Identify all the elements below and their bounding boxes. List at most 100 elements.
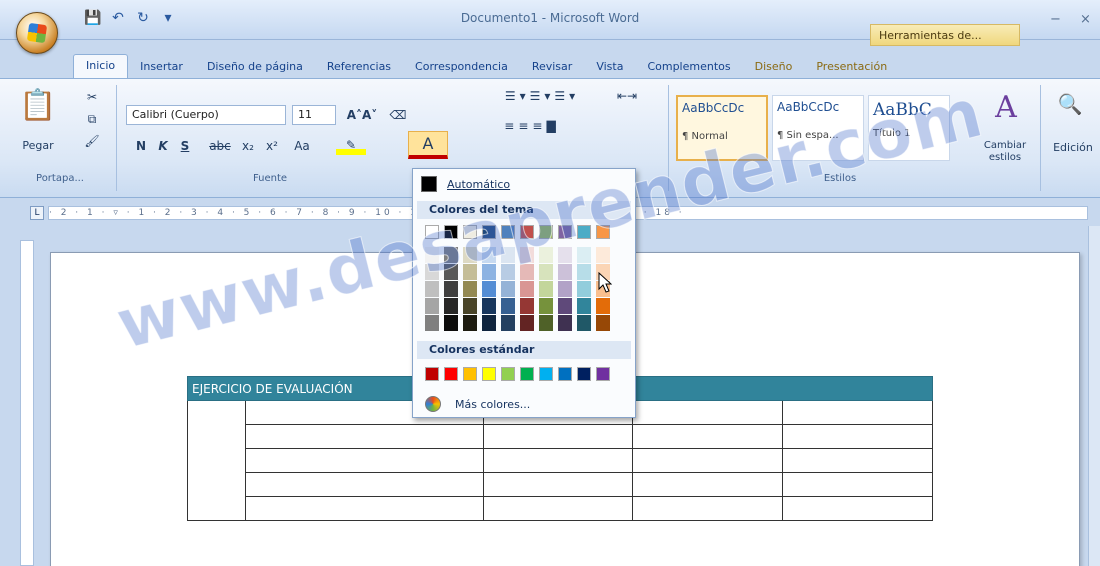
- table-cell[interactable]: [245, 448, 485, 473]
- table-cell[interactable]: [483, 472, 633, 497]
- format-painter-icon[interactable]: 🖌: [84, 133, 100, 149]
- change-case-button[interactable]: Aa: [288, 137, 316, 155]
- font-color-button[interactable]: A: [408, 131, 448, 159]
- close-button[interactable]: ×: [1080, 12, 1091, 27]
- subscript-button[interactable]: x₂: [238, 137, 258, 155]
- standard-color-swatch[interactable]: [444, 367, 458, 381]
- tab-selector[interactable]: L: [30, 206, 44, 220]
- bold-button[interactable]: N: [134, 137, 148, 155]
- font-name-combo[interactable]: Calibri (Cuerpo): [126, 105, 286, 125]
- standard-color-swatch[interactable]: [520, 367, 534, 381]
- theme-shade-swatch[interactable]: [596, 315, 610, 331]
- theme-shade-swatch[interactable]: [444, 247, 458, 263]
- theme-color-swatch[interactable]: [577, 225, 591, 239]
- table-cell[interactable]: [631, 400, 783, 425]
- theme-color-swatch[interactable]: [501, 225, 515, 239]
- underline-button[interactable]: S: [178, 137, 192, 155]
- theme-shade-swatch[interactable]: [463, 315, 477, 331]
- table-cell[interactable]: [483, 424, 633, 449]
- table-cell[interactable]: [483, 448, 633, 473]
- table-cell[interactable]: [781, 400, 934, 425]
- theme-shade-swatch[interactable]: [463, 281, 477, 297]
- theme-shade-swatch[interactable]: [482, 264, 496, 280]
- table-cell[interactable]: [245, 472, 485, 497]
- copy-icon[interactable]: ⧉: [84, 111, 100, 127]
- style-normal[interactable]: AaBbCcDc ¶ Normal: [676, 95, 768, 161]
- theme-color-swatch[interactable]: [444, 225, 458, 239]
- theme-shade-swatch[interactable]: [539, 281, 553, 297]
- theme-shade-swatch[interactable]: [482, 298, 496, 314]
- theme-shade-swatch[interactable]: [444, 281, 458, 297]
- table-cell[interactable]: [631, 472, 783, 497]
- tab-inicio[interactable]: Inicio: [73, 54, 129, 78]
- more-colors-option[interactable]: Más colores...: [417, 393, 631, 415]
- office-button[interactable]: [16, 12, 58, 54]
- change-styles-icon[interactable]: A: [986, 89, 1026, 125]
- theme-shade-swatch[interactable]: [425, 264, 439, 280]
- tab-complementos[interactable]: Complementos: [635, 56, 742, 78]
- theme-shade-swatch[interactable]: [482, 247, 496, 263]
- vertical-scrollbar[interactable]: [1088, 226, 1100, 566]
- tab-diseno-pagina[interactable]: Diseño de página: [195, 56, 315, 78]
- change-styles-button[interactable]: Cambiar estilos: [978, 137, 1032, 167]
- theme-shade-swatch[interactable]: [577, 247, 591, 263]
- theme-shade-swatch[interactable]: [558, 247, 572, 263]
- theme-shade-swatch[interactable]: [577, 281, 591, 297]
- theme-shade-swatch[interactable]: [425, 247, 439, 263]
- standard-color-swatch[interactable]: [501, 367, 515, 381]
- list-icons[interactable]: ☰▾☰▾☰▾: [472, 87, 612, 105]
- tab-insertar[interactable]: Insertar: [128, 56, 195, 78]
- table-row[interactable]: [188, 472, 934, 497]
- theme-shade-swatch[interactable]: [501, 281, 515, 297]
- theme-shade-swatch[interactable]: [444, 315, 458, 331]
- theme-color-swatch[interactable]: [539, 225, 553, 239]
- theme-shade-swatch[interactable]: [501, 264, 515, 280]
- cut-icon[interactable]: ✂: [84, 89, 100, 105]
- theme-shade-swatch[interactable]: [596, 298, 610, 314]
- theme-shade-swatch[interactable]: [539, 247, 553, 263]
- theme-color-swatch[interactable]: [463, 225, 477, 239]
- theme-shade-swatch[interactable]: [463, 264, 477, 280]
- paste-button[interactable]: Pegar: [16, 137, 60, 153]
- standard-color-swatch[interactable]: [539, 367, 553, 381]
- theme-shade-swatch[interactable]: [425, 298, 439, 314]
- table-row[interactable]: [188, 424, 934, 449]
- standard-color-swatch[interactable]: [558, 367, 572, 381]
- theme-shade-swatch[interactable]: [558, 315, 572, 331]
- theme-shade-swatch[interactable]: [425, 281, 439, 297]
- theme-shade-swatch[interactable]: [482, 315, 496, 331]
- clear-format-icon[interactable]: ⌫: [386, 103, 410, 127]
- style-heading-1[interactable]: AaBbC Título 1: [868, 95, 950, 161]
- theme-color-swatch[interactable]: [425, 225, 439, 239]
- tab-vista[interactable]: Vista: [584, 56, 635, 78]
- grow-font-icon[interactable]: A˄A˅: [344, 105, 380, 125]
- theme-shade-swatch[interactable]: [520, 264, 534, 280]
- theme-shade-swatch[interactable]: [577, 298, 591, 314]
- theme-shade-swatch[interactable]: [558, 264, 572, 280]
- theme-shade-swatch[interactable]: [520, 281, 534, 297]
- theme-shade-swatch[interactable]: [596, 247, 610, 263]
- theme-shade-swatch[interactable]: [501, 315, 515, 331]
- standard-color-swatch[interactable]: [482, 367, 496, 381]
- theme-shade-swatch[interactable]: [520, 298, 534, 314]
- editing-button[interactable]: Edición: [1046, 139, 1100, 155]
- table-cell[interactable]: [781, 424, 934, 449]
- align-icons[interactable]: ≡≡≡▇: [472, 117, 592, 135]
- theme-shade-swatch[interactable]: [425, 315, 439, 331]
- standard-color-swatch[interactable]: [577, 367, 591, 381]
- highlight-icon[interactable]: ✎: [336, 135, 366, 155]
- tab-referencias[interactable]: Referencias: [315, 56, 403, 78]
- table-cell[interactable]: [245, 424, 485, 449]
- find-icon[interactable]: 🔍: [1050, 89, 1090, 119]
- table-cell[interactable]: [483, 496, 633, 521]
- table-cell[interactable]: [781, 496, 934, 521]
- theme-shade-swatch[interactable]: [501, 247, 515, 263]
- table-cell[interactable]: [631, 424, 783, 449]
- theme-shade-swatch[interactable]: [577, 315, 591, 331]
- theme-color-swatch[interactable]: [520, 225, 534, 239]
- theme-shade-swatch[interactable]: [463, 247, 477, 263]
- theme-shade-swatch[interactable]: [520, 315, 534, 331]
- theme-shade-swatch[interactable]: [558, 281, 572, 297]
- automatic-color-option[interactable]: Automático: [417, 173, 631, 195]
- table-cell[interactable]: [245, 496, 485, 521]
